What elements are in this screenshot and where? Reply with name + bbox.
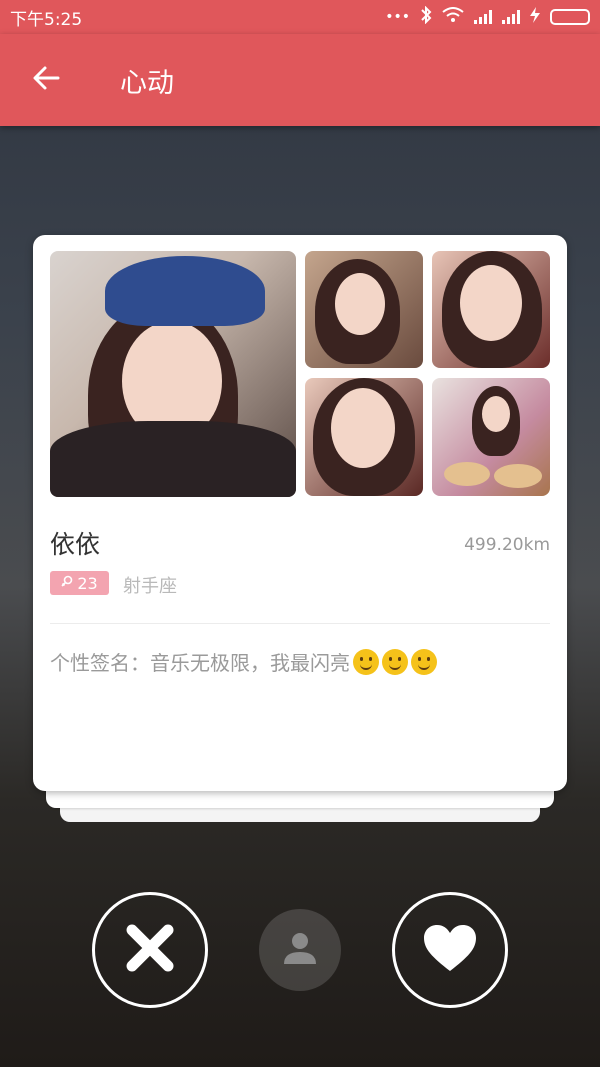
bluetooth-icon xyxy=(420,5,432,28)
age-value: 23 xyxy=(77,573,98,593)
smiley-emoji-icon xyxy=(353,648,379,675)
signal-icon xyxy=(502,10,520,24)
view-profile-button[interactable] xyxy=(259,909,341,991)
profile-photo-main[interactable] xyxy=(50,251,296,497)
profile-photo[interactable] xyxy=(305,378,423,496)
status-bar: 下午5:25 ••• xyxy=(0,0,600,34)
profile-distance: 499.20km xyxy=(464,535,550,555)
wifi-icon xyxy=(442,7,464,27)
smiley-emoji-icon xyxy=(382,648,408,675)
page-title: 心动 xyxy=(120,67,174,99)
signature: 个性签名： 音乐无极限，我最闪亮 xyxy=(50,647,437,676)
back-button[interactable] xyxy=(0,34,92,126)
smiley-emoji-icon xyxy=(411,648,437,675)
age-badge: 23 xyxy=(50,571,109,595)
heart-icon xyxy=(422,923,478,977)
dislike-button[interactable] xyxy=(92,892,208,1008)
female-gender-icon xyxy=(61,574,73,593)
charging-icon xyxy=(530,7,540,27)
more-dots-icon: ••• xyxy=(385,9,410,25)
status-time: 下午5:25 xyxy=(10,9,83,30)
profile-photo[interactable] xyxy=(305,251,423,368)
signature-label: 个性签名： xyxy=(50,651,150,675)
signal-icon xyxy=(474,10,492,24)
profile-card[interactable]: 依依 499.20km 23 射手座 个性签名： 音乐无极限，我最闪亮 xyxy=(33,235,567,791)
divider xyxy=(50,623,550,624)
battery-icon xyxy=(550,9,590,25)
signature-text: 音乐无极限，我最闪亮 xyxy=(150,651,350,675)
close-icon xyxy=(125,923,175,977)
profile-photo[interactable] xyxy=(432,378,550,496)
profile-photo[interactable] xyxy=(432,251,550,368)
profile-name: 依依 xyxy=(50,530,101,559)
person-icon xyxy=(280,928,320,972)
back-arrow-icon xyxy=(31,63,61,97)
status-icons: ••• xyxy=(385,5,590,28)
like-button[interactable] xyxy=(392,892,508,1008)
app-bar: 心动 xyxy=(0,34,600,126)
zodiac-sign: 射手座 xyxy=(123,576,177,597)
